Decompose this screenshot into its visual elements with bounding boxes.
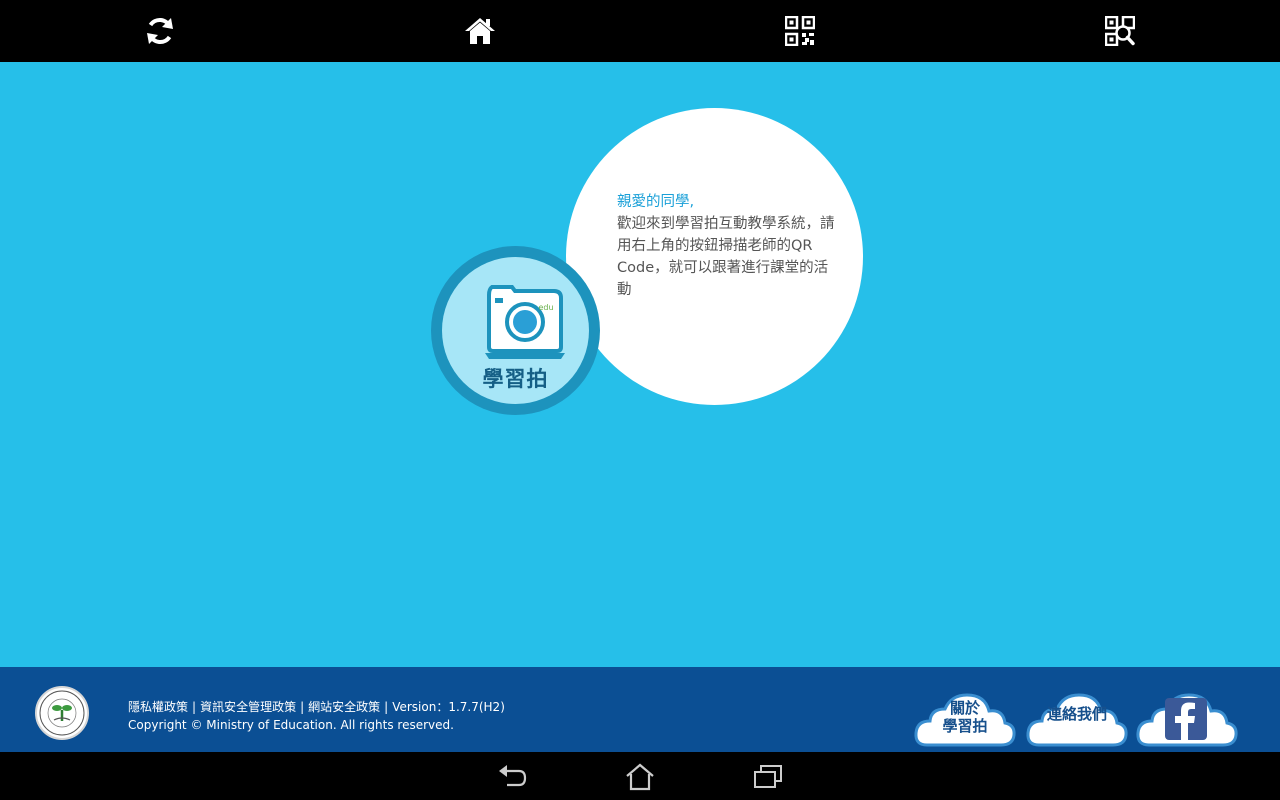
- back-icon: [499, 765, 527, 787]
- app-logo-inner: edu 學習拍: [442, 257, 589, 404]
- version-text: Version：1.7.7(H2): [392, 700, 505, 714]
- separator: |: [300, 700, 305, 714]
- system-nav-bar: [0, 752, 1280, 800]
- welcome-greeting: 親愛的同學,: [617, 194, 695, 210]
- site-security-link[interactable]: 網站安全政策: [308, 700, 380, 714]
- about-label-line1: 關於: [949, 699, 980, 717]
- refresh-button[interactable]: [136, 8, 184, 54]
- separator: |: [384, 700, 389, 714]
- edu-badge: edu: [538, 303, 553, 312]
- home-button[interactable]: [456, 8, 504, 54]
- footer: 隱私權政策 | 資訊安全管理政策 | 網站安全政策 | Version：1.7.7(H2) …: [0, 667, 1280, 752]
- top-toolbar: [0, 0, 1280, 62]
- welcome-text: 親愛的同學, 歡迎來到學習拍互動教學系統，請用右上角的按鈕掃描老師的QR Cod…: [617, 191, 839, 301]
- camera-icon: edu: [485, 285, 565, 359]
- app-name: 學習拍: [482, 367, 549, 391]
- privacy-policy-link[interactable]: 隱私權政策: [128, 700, 188, 714]
- system-home-button[interactable]: [620, 760, 660, 794]
- about-button[interactable]: 關於 學習拍: [913, 681, 1017, 749]
- qr-code-icon: [785, 16, 815, 46]
- contact-us-label: 連絡我們: [1046, 705, 1107, 723]
- app-logo: edu 學習拍: [431, 246, 600, 415]
- refresh-icon: [147, 17, 173, 45]
- facebook-button[interactable]: [1135, 681, 1239, 749]
- home-icon: [626, 763, 654, 791]
- home-icon: [465, 18, 495, 44]
- welcome-bubble: 親愛的同學, 歡迎來到學習拍互動教學系統，請用右上角的按鈕掃描老師的QR Cod…: [566, 108, 863, 405]
- separator: |: [192, 700, 197, 714]
- footer-links: 隱私權政策 | 資訊安全管理政策 | 網站安全政策 | Version：1.7.7(H2): [128, 698, 509, 715]
- qr-code-button[interactable]: [776, 8, 824, 54]
- welcome-message: 歡迎來到學習拍互動教學系統，請用右上角的按鈕掃描老師的QR Code，就可以跟著…: [617, 216, 835, 298]
- facebook-icon: [1165, 698, 1207, 740]
- copyright-text: Copyright © Ministry of Education. All r…: [128, 718, 454, 732]
- system-recent-apps-button[interactable]: [748, 760, 788, 794]
- qr-scan-icon: [1105, 16, 1135, 46]
- about-label: 關於 學習拍: [913, 699, 1017, 735]
- contact-us-button[interactable]: 連絡我們: [1025, 681, 1129, 749]
- system-back-button[interactable]: [492, 760, 532, 794]
- security-policy-link[interactable]: 資訊安全管理政策: [200, 700, 296, 714]
- main-content: 親愛的同學, 歡迎來到學習拍互動教學系統，請用右上角的按鈕掃描老師的QR Cod…: [0, 62, 1280, 667]
- about-label-line2: 學習拍: [942, 717, 988, 735]
- ministry-seal-icon: [35, 686, 89, 740]
- recent-apps-icon: [754, 765, 782, 788]
- qr-scan-button[interactable]: [1096, 8, 1144, 54]
